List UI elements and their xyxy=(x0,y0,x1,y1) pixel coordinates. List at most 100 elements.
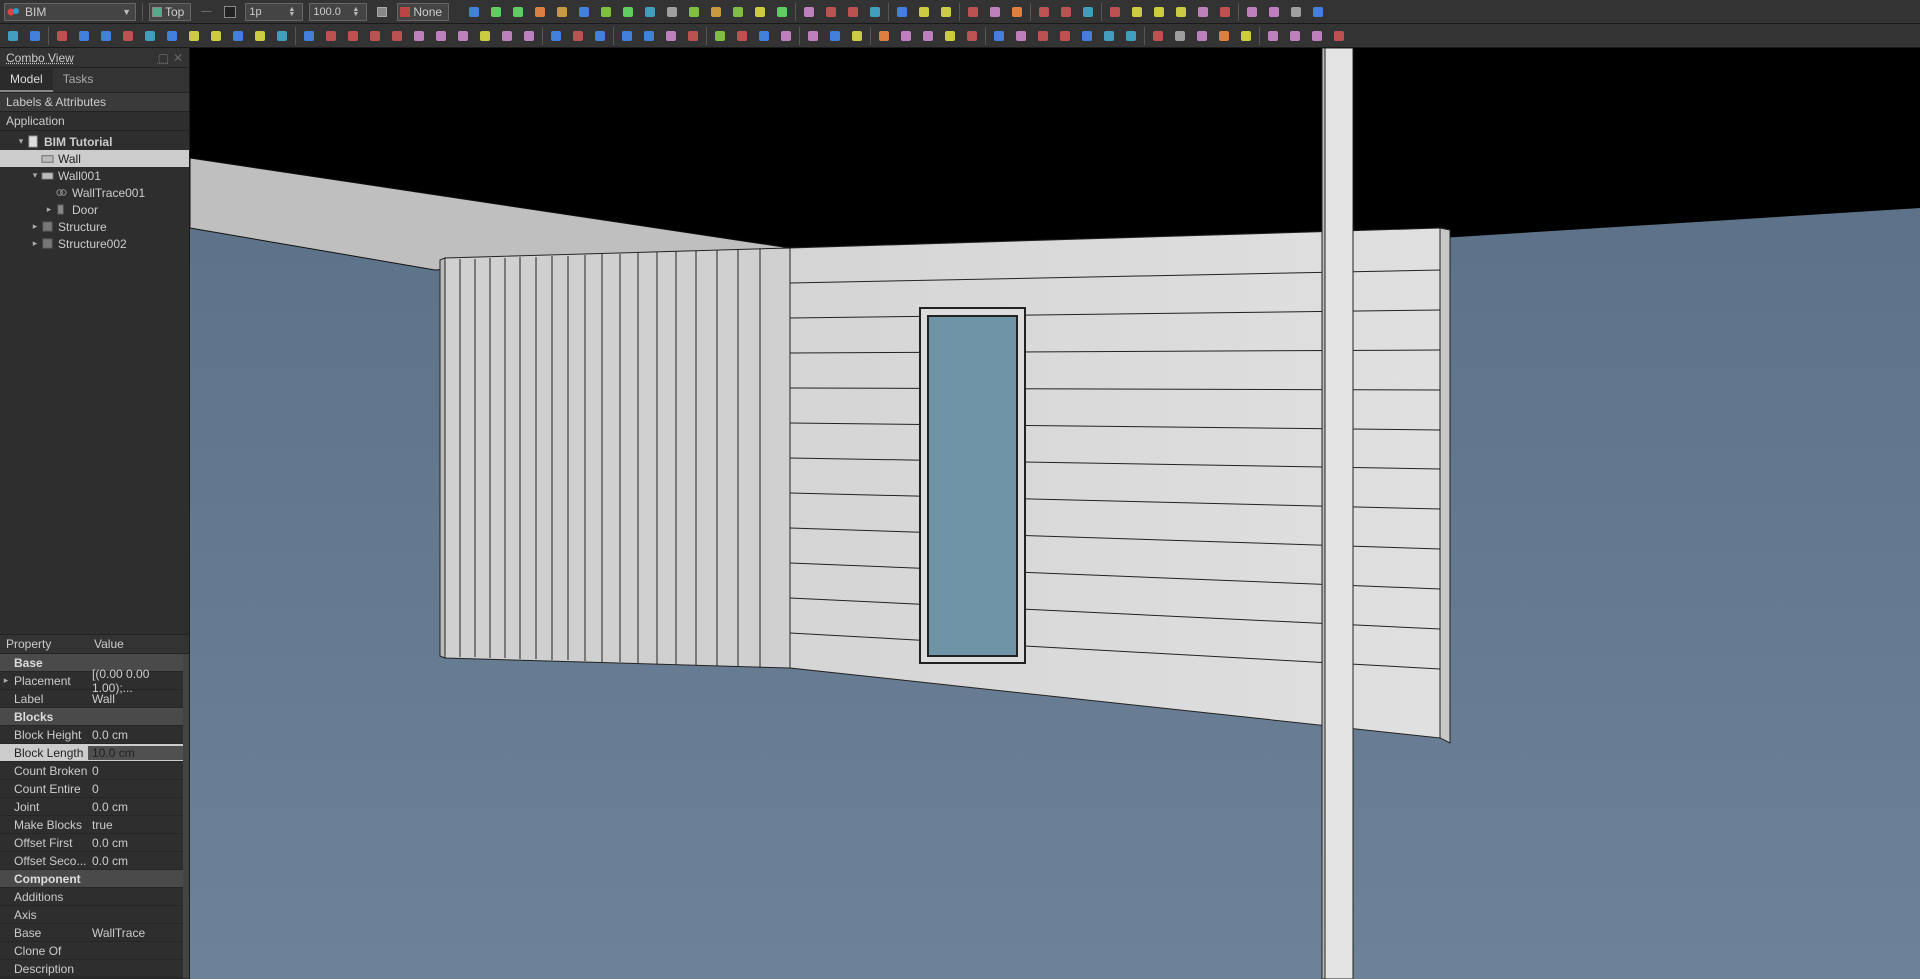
star-button[interactable] xyxy=(1309,3,1327,21)
revert-button[interactable] xyxy=(1106,3,1124,21)
tab-tasks[interactable]: Tasks xyxy=(53,68,104,92)
workbench-selector[interactable]: BIM ▼ xyxy=(4,3,136,21)
bspline-button[interactable] xyxy=(251,27,269,45)
section-button[interactable] xyxy=(848,27,866,45)
prop-count-broken[interactable]: Count Broken0 xyxy=(0,762,189,780)
tree-caret-icon[interactable]: ▸ xyxy=(30,221,40,232)
scale-field[interactable]: ▲▼ xyxy=(309,3,367,21)
rebar-button[interactable] xyxy=(777,27,795,45)
line-button[interactable] xyxy=(75,27,93,45)
slab-button[interactable] xyxy=(618,27,636,45)
tree-item-structure[interactable]: ▸Structure xyxy=(0,218,189,235)
prop-block-height[interactable]: Block Height0.0 cm xyxy=(0,726,189,744)
record-button[interactable] xyxy=(1056,27,1074,45)
arc3-button[interactable] xyxy=(163,27,181,45)
3d-viewport[interactable] xyxy=(190,48,1920,979)
dim-v-button[interactable] xyxy=(919,27,937,45)
sketch-button[interactable] xyxy=(53,27,71,45)
pipe-button[interactable] xyxy=(755,27,773,45)
shape2d-button[interactable] xyxy=(476,27,494,45)
up-down-button[interactable] xyxy=(1128,3,1146,21)
new-button[interactable] xyxy=(4,27,22,45)
point-button[interactable] xyxy=(454,27,472,45)
reload2-button[interactable] xyxy=(1237,27,1255,45)
window-button[interactable] xyxy=(569,27,587,45)
prop-group-component[interactable]: Component xyxy=(0,870,189,888)
prop-block-length[interactable]: Block Length10.0 cm xyxy=(0,744,189,762)
paint-button[interactable] xyxy=(1265,3,1283,21)
prop-joint[interactable]: Joint0.0 cm xyxy=(0,798,189,816)
prop-offset-second[interactable]: Offset Seco...0.0 cm xyxy=(0,852,189,870)
color-swatch-button[interactable] xyxy=(373,3,391,21)
trimex-button[interactable] xyxy=(388,27,406,45)
color-picker-button[interactable] xyxy=(221,3,239,21)
level-button[interactable] xyxy=(804,27,822,45)
snap-perp-button[interactable] xyxy=(597,3,615,21)
link2-button[interactable] xyxy=(498,27,516,45)
prop-clone-of[interactable]: Clone Of xyxy=(0,942,189,960)
prop-placement[interactable]: ▸Placement[(0.00 0.00 1.00);... xyxy=(0,672,189,690)
box-button[interactable] xyxy=(866,3,884,21)
prop-base[interactable]: BaseWallTrace xyxy=(0,924,189,942)
clip-button[interactable] xyxy=(893,3,911,21)
align-button[interactable] xyxy=(432,27,450,45)
tree-caret-icon[interactable]: ▾ xyxy=(16,136,26,147)
tree-item-walltrace001[interactable]: WallTrace001 xyxy=(0,184,189,201)
offset-button[interactable] xyxy=(366,27,384,45)
prop-group-blocks[interactable]: Blocks xyxy=(0,708,189,726)
text-a-button[interactable] xyxy=(1035,3,1053,21)
array-button[interactable] xyxy=(410,27,428,45)
rect-button[interactable] xyxy=(229,27,247,45)
up-button[interactable] xyxy=(1171,27,1189,45)
reload-button[interactable] xyxy=(1034,27,1052,45)
snap-special-button[interactable] xyxy=(663,3,681,21)
prop-offset-first[interactable]: Offset First0.0 cm xyxy=(0,834,189,852)
tree-item-structure002[interactable]: ▸Structure002 xyxy=(0,235,189,252)
wrench-button[interactable] xyxy=(822,3,840,21)
column-button[interactable] xyxy=(684,27,702,45)
axis-button[interactable] xyxy=(826,27,844,45)
clone-button[interactable] xyxy=(520,27,538,45)
leader-button[interactable] xyxy=(963,27,981,45)
snap-intersect-button[interactable] xyxy=(575,3,593,21)
minus-button[interactable] xyxy=(1286,27,1304,45)
tree-item-door[interactable]: ▸Door xyxy=(0,201,189,218)
globe-button[interactable] xyxy=(1194,3,1212,21)
sphere-button[interactable] xyxy=(1216,3,1234,21)
snap-wp-button[interactable] xyxy=(751,3,769,21)
check2-button[interactable] xyxy=(1330,27,1348,45)
rotate-button[interactable] xyxy=(322,27,340,45)
panel-close-icon[interactable]: ✕ xyxy=(173,51,183,65)
dim-ang-button[interactable] xyxy=(941,27,959,45)
scale-input[interactable] xyxy=(313,6,349,18)
open-button[interactable] xyxy=(26,27,44,45)
tree-caret-icon[interactable]: ▸ xyxy=(30,238,40,249)
fwd-button[interactable] xyxy=(1100,27,1118,45)
dim-builder-button[interactable] xyxy=(875,27,893,45)
tools-button[interactable] xyxy=(800,3,818,21)
move-button[interactable] xyxy=(300,27,318,45)
scale-button[interactable] xyxy=(1243,3,1261,21)
prop-additions[interactable]: Additions xyxy=(0,888,189,906)
style-picker-button[interactable]: — xyxy=(197,3,215,21)
db-button[interactable] xyxy=(1287,3,1305,21)
panel-button[interactable] xyxy=(1308,27,1326,45)
snap-mid-button[interactable] xyxy=(509,3,527,21)
line-width-field[interactable]: ▲▼ xyxy=(245,3,303,21)
circle-button[interactable] xyxy=(119,27,137,45)
dim-h-button[interactable] xyxy=(897,27,915,45)
check-button[interactable] xyxy=(986,3,1004,21)
grid-lg-button[interactable] xyxy=(1172,3,1190,21)
beam-button[interactable] xyxy=(640,27,658,45)
manage-button[interactable] xyxy=(964,3,982,21)
tree-item-wall001[interactable]: ▾Wall001 xyxy=(0,167,189,184)
wall-button[interactable] xyxy=(547,27,565,45)
plus2-button[interactable] xyxy=(1264,27,1282,45)
spinner-icon[interactable]: ▲▼ xyxy=(352,7,359,17)
cut-plane-button[interactable] xyxy=(711,27,729,45)
beam2-button[interactable] xyxy=(662,27,680,45)
layers-button[interactable] xyxy=(844,3,862,21)
tree-caret-icon[interactable]: ▾ xyxy=(30,170,40,181)
prop-axis[interactable]: Axis xyxy=(0,906,189,924)
snap-ext-button[interactable] xyxy=(619,3,637,21)
